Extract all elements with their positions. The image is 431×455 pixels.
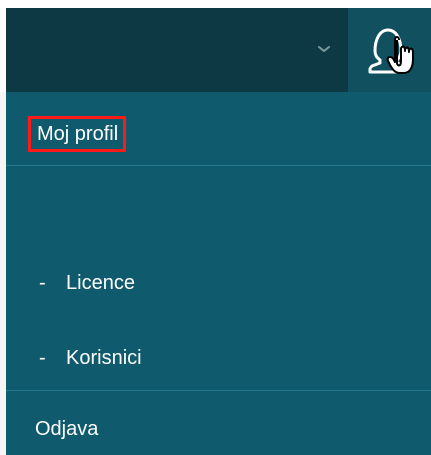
divider [6, 390, 431, 391]
licence-label: Licence [66, 272, 135, 294]
user-dropdown-menu: Moj profil - Licence - Korisnici Odjava [6, 92, 431, 455]
dash-marker: - [39, 272, 46, 294]
dropdown-toggle[interactable] [6, 8, 346, 92]
menu-item-label: - Licence [39, 270, 135, 296]
korisnici-label: Korisnici [66, 347, 142, 369]
dash-marker: - [39, 347, 46, 369]
menu-item-label: - Korisnici [39, 345, 142, 371]
user-menu-button[interactable] [348, 8, 431, 92]
divider [6, 165, 431, 166]
menu-item-logout[interactable]: Odjava [6, 407, 431, 453]
menu-item-my-profile[interactable]: Moj profil [6, 106, 431, 156]
chevron-down-icon [318, 46, 330, 52]
menu-item-label: Moj profil [28, 116, 127, 152]
menu-item-korisnici[interactable]: - Korisnici [6, 337, 431, 379]
menu-item-label: Odjava [35, 418, 99, 440]
app-window: Moj profil - Licence - Korisnici Odjava [0, 0, 431, 455]
user-icon [368, 28, 414, 74]
menu-item-licence[interactable]: - Licence [6, 262, 431, 304]
